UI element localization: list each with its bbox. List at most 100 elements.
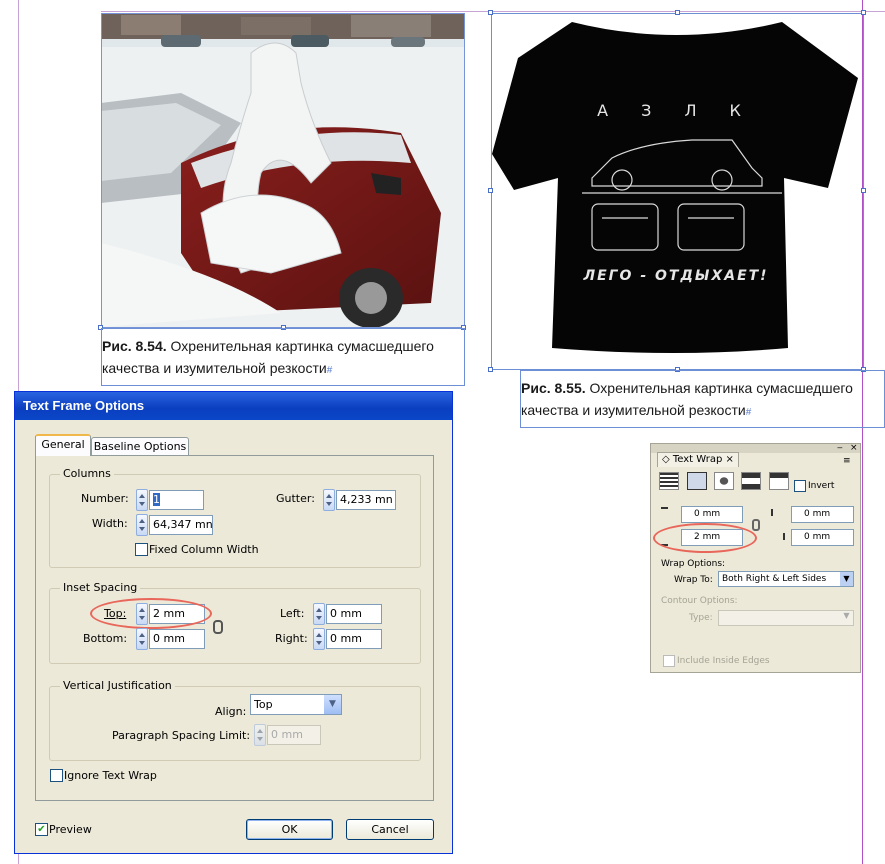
wrap-to-select[interactable]: Both Right & Left Sides ▼ [718, 571, 854, 587]
number-field[interactable]: 1 [149, 490, 204, 510]
caption-left-text1: Охренительная картинка сумасшедшего [166, 338, 434, 354]
include-inside-edges-checkbox[interactable] [663, 655, 675, 667]
ok-button[interactable]: OK [246, 819, 333, 840]
left-stepper[interactable] [313, 603, 325, 625]
wrap-options-label: Wrap Options: [661, 559, 726, 569]
top-offset-icon [661, 507, 668, 521]
left-label: Left: [280, 607, 305, 620]
align-select[interactable]: Top ▼ [250, 694, 342, 715]
jump-next-column-icon[interactable] [769, 472, 789, 490]
caption-left-line2: качества и изумительной резкости# [102, 358, 464, 381]
right-label: Right: [275, 632, 308, 645]
right-offset-icon [771, 533, 785, 540]
caption-right-line1: Рис. 8.55. Охренительная картинка сумасш… [521, 378, 885, 399]
chain-link-icon[interactable] [213, 620, 223, 634]
preview-checkbox[interactable]: ✔ [35, 823, 48, 836]
vertical-justification-group [49, 686, 421, 761]
caption-left-text2: качества и изумительной резкости [102, 360, 327, 376]
photo-frame-bounds [101, 13, 465, 328]
chevron-down-icon[interactable]: ▼ [840, 572, 853, 586]
cancel-button[interactable]: Cancel [346, 819, 434, 840]
left-field[interactable]: 0 mm [326, 604, 382, 624]
caption-right-text1: Охренительная картинка сумасшедшего [585, 380, 853, 396]
number-label: Number: [81, 492, 129, 505]
dialog-title: Text Frame Options [15, 392, 452, 420]
type-select[interactable]: ▼ [718, 610, 854, 626]
caption-right-line2: качества и изумительной резкости# [521, 400, 885, 423]
width-label: Width: [92, 517, 128, 530]
collapse-icon[interactable]: ‒ [837, 444, 843, 453]
caption-right-text2: качества и изумительной резкости [521, 402, 746, 418]
caption-right-prefix: Рис. 8.55. [521, 380, 586, 396]
caption-left-line1: Рис. 8.54. Охренительная картинка сумасш… [102, 336, 464, 357]
tshirt-bottom-text: ЛЕГО - ОТДЫХАЕТ! [582, 268, 768, 284]
chevron-down-icon[interactable]: ▼ [324, 695, 341, 714]
include-inside-edges-label: Include Inside Edges [677, 656, 770, 666]
vertical-justification-label: Vertical Justification [60, 679, 175, 692]
tab-close-icon[interactable]: × [722, 454, 733, 465]
ignore-text-wrap-label: Ignore Text Wrap [64, 769, 157, 782]
psl-stepper[interactable] [254, 724, 266, 746]
wrap-to-value: Both Right & Left Sides [722, 574, 827, 584]
columns-label: Columns [60, 467, 114, 480]
invert-label: Invert [808, 481, 835, 491]
paragraph-mark: # [326, 365, 333, 376]
margin-guide-top [101, 11, 885, 12]
tshirt-frame-handle[interactable] [488, 10, 493, 15]
inset-spacing-group [49, 588, 421, 664]
tshirt-frame-handle[interactable] [861, 10, 866, 15]
bottom-field[interactable]: 0 mm [149, 629, 205, 649]
text-wrap-panel: × ‒ ◇ Text Wrap × ≡ Invert 0 mm 2 mm 0 m… [650, 443, 861, 673]
chevron-down-icon[interactable]: ▼ [840, 611, 853, 625]
fixed-column-width-label: Fixed Column Width [149, 543, 259, 556]
width-field[interactable]: 64,347 mn [149, 515, 213, 535]
tshirt-image: А З Л К ЛЕГО - ОТДЫХАЕТ! [492, 18, 860, 366]
text-frame-options-dialog: Text Frame Options General Baseline Opti… [14, 391, 453, 854]
left-offset-icon [771, 509, 785, 516]
wrap-bounding-box-icon[interactable] [687, 472, 707, 490]
paragraph-spacing-limit-label: Paragraph Spacing Limit: [112, 729, 251, 742]
right-stepper[interactable] [313, 628, 325, 650]
tshirt-frame-handle[interactable] [675, 10, 680, 15]
jump-object-icon[interactable] [741, 472, 761, 490]
width-stepper[interactable] [136, 514, 148, 536]
text-wrap-tab-label: Text Wrap [672, 454, 723, 465]
panel-menu-icon[interactable]: ≡ [843, 456, 851, 466]
tab-general[interactable]: General [35, 434, 91, 456]
right-field[interactable]: 0 mm [326, 629, 382, 649]
wrap-object-shape-icon[interactable] [714, 472, 734, 490]
right-offset-field[interactable]: 0 mm [791, 529, 854, 546]
caption-left-prefix: Рис. 8.54. [102, 338, 167, 354]
annotation-circle [90, 598, 212, 629]
left-offset-field[interactable]: 0 mm [791, 506, 854, 523]
align-label: Align: [215, 705, 247, 718]
close-icon[interactable]: × [850, 444, 858, 453]
inset-spacing-label: Inset Spacing [60, 581, 141, 594]
top-offset-field[interactable]: 0 mm [681, 506, 743, 523]
no-wrap-icon[interactable] [659, 472, 679, 490]
align-value: Top [254, 698, 273, 711]
type-label: Type: [689, 613, 713, 623]
bottom-stepper[interactable] [136, 628, 148, 650]
fixed-column-width-checkbox[interactable] [135, 543, 148, 556]
paragraph-mark: # [745, 407, 752, 418]
tab-baseline-options[interactable]: Baseline Options [91, 437, 189, 457]
annotation-circle [653, 523, 757, 553]
preview-label: Preview [49, 823, 92, 836]
invert-checkbox[interactable] [794, 480, 806, 492]
bottom-label: Bottom: [83, 632, 128, 645]
chain-link-icon[interactable] [752, 519, 760, 531]
number-stepper[interactable] [136, 489, 148, 511]
gutter-stepper[interactable] [323, 489, 335, 511]
tshirt-frame-handle[interactable] [861, 188, 866, 193]
wrap-to-label: Wrap To: [674, 575, 713, 585]
tab-arrows-icon: ◇ [662, 454, 673, 465]
gutter-label: Gutter: [276, 492, 315, 505]
tshirt-top-text: А З Л К [597, 101, 755, 120]
psl-field[interactable]: 0 mm [267, 725, 321, 745]
ignore-text-wrap-checkbox[interactable] [50, 769, 63, 782]
tshirt-frame-handle[interactable] [488, 367, 493, 372]
contour-options-label: Contour Options: [661, 596, 738, 606]
gutter-field[interactable]: 4,233 mn [336, 490, 396, 510]
text-wrap-tab[interactable]: ◇ Text Wrap × [657, 452, 739, 467]
